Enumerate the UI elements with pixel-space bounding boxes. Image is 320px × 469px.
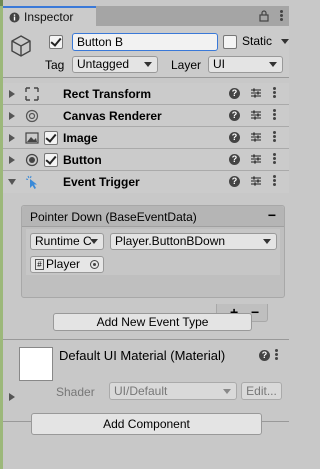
more-vert-icon[interactable] xyxy=(273,348,279,361)
rect-transform-icon xyxy=(25,87,39,101)
fold-arrow-icon[interactable] xyxy=(9,90,15,98)
material-title: Default UI Material (Material) xyxy=(59,348,226,363)
chevron-down-icon xyxy=(144,62,152,67)
more-vert-icon[interactable] xyxy=(271,174,277,188)
function-dropdown[interactable]: Player.ButtonBDown xyxy=(110,233,277,250)
info-icon xyxy=(9,12,20,22)
add-component-button[interactable]: Add Component xyxy=(31,413,262,435)
image-enabled-checkbox[interactable] xyxy=(44,131,58,145)
game-object-header: Button B Static Tag Untagged Layer UI xyxy=(3,26,289,78)
target-object-field[interactable]: # Player xyxy=(30,256,104,273)
lock-icon[interactable] xyxy=(259,10,269,22)
chevron-down-icon xyxy=(263,239,271,244)
presets-icon[interactable] xyxy=(250,153,262,165)
game-object-cube-icon xyxy=(11,35,31,57)
component-canvas-renderer[interactable]: Canvas Renderer ? xyxy=(3,105,289,127)
runtime-dropdown[interactable]: Runtime C xyxy=(30,233,104,250)
layer-dropdown[interactable]: UI xyxy=(208,56,283,73)
fold-arrow-icon[interactable] xyxy=(9,134,15,142)
object-picker-icon[interactable] xyxy=(90,260,99,269)
remove-listener-button[interactable]: − xyxy=(251,304,259,320)
fold-arrow-icon[interactable] xyxy=(9,393,15,401)
layer-value: UI xyxy=(213,57,225,71)
static-dropdown-arrow-icon[interactable] xyxy=(281,39,289,44)
presets-icon[interactable] xyxy=(250,131,262,143)
remove-event-button[interactable]: − xyxy=(268,207,276,223)
event-entry-title: Pointer Down (BaseEventData) xyxy=(30,210,197,224)
component-title: Rect Transform xyxy=(63,87,152,101)
button-enabled-checkbox[interactable] xyxy=(44,153,58,167)
component-event-trigger[interactable]: Event Trigger ? xyxy=(3,171,289,193)
name-field[interactable]: Button B xyxy=(72,33,218,51)
chevron-down-icon xyxy=(223,389,231,394)
event-entry-header: Pointer Down (BaseEventData) − xyxy=(22,206,284,227)
presets-icon[interactable] xyxy=(250,109,262,121)
component-button[interactable]: Button ? xyxy=(3,149,289,171)
tag-label: Tag xyxy=(45,58,65,72)
tag-dropdown[interactable]: Untagged xyxy=(72,56,158,73)
component-image[interactable]: Image ? xyxy=(3,127,289,149)
layer-label: Layer xyxy=(171,58,202,72)
fold-arrow-icon[interactable] xyxy=(9,112,15,120)
listener-row: Runtime C Player.ButtonBDown # Player xyxy=(26,229,280,275)
more-vert-icon[interactable] xyxy=(280,9,283,22)
tag-value: Untagged xyxy=(77,57,130,71)
component-title: Button xyxy=(63,153,102,167)
event-entry-pointer-down: Pointer Down (BaseEventData) − Runtime C… xyxy=(21,205,285,298)
function-value: Player.ButtonBDown xyxy=(115,234,226,248)
fold-arrow-icon[interactable] xyxy=(9,156,15,164)
help-icon[interactable]: ? xyxy=(229,176,240,187)
component-title: Event Trigger xyxy=(63,175,140,189)
more-vert-icon[interactable] xyxy=(271,86,277,100)
shader-value: UI/Default xyxy=(114,384,168,398)
material-preview xyxy=(19,347,53,381)
tab-bar: Inspector xyxy=(3,6,289,26)
chevron-down-icon xyxy=(90,239,98,244)
presets-icon[interactable] xyxy=(250,87,262,99)
component-title: Image xyxy=(63,131,98,145)
image-icon xyxy=(25,132,39,144)
static-checkbox[interactable] xyxy=(223,35,237,49)
active-checkbox[interactable] xyxy=(49,35,63,49)
inspector-panel: Button B Static Tag Untagged Layer UI Re… xyxy=(3,26,289,469)
component-title: Canvas Renderer xyxy=(63,109,162,123)
canvas-renderer-icon xyxy=(25,109,39,123)
shader-dropdown: UI/Default xyxy=(109,382,237,400)
tab-label: Inspector xyxy=(24,10,74,24)
event-trigger-icon xyxy=(25,175,37,189)
help-icon[interactable]: ? xyxy=(229,154,240,165)
material-section: Default UI Material (Material) ? Shader … xyxy=(3,339,289,422)
chevron-down-icon xyxy=(269,62,277,67)
more-vert-icon[interactable] xyxy=(271,130,277,144)
component-rect-transform[interactable]: Rect Transform ? xyxy=(3,83,289,105)
help-icon[interactable]: ? xyxy=(229,132,240,143)
add-new-event-type-button[interactable]: Add New Event Type xyxy=(53,313,252,331)
tab-inspector[interactable]: Inspector xyxy=(3,6,96,26)
static-label: Static xyxy=(242,34,273,48)
button-icon xyxy=(25,153,39,167)
more-vert-icon[interactable] xyxy=(271,108,277,122)
presets-icon[interactable] xyxy=(250,175,262,187)
shader-label: Shader xyxy=(56,385,95,399)
help-icon[interactable]: ? xyxy=(229,88,240,99)
target-object-value: Player xyxy=(46,257,81,271)
more-vert-icon[interactable] xyxy=(271,152,277,166)
help-icon[interactable]: ? xyxy=(229,110,240,121)
edit-shader-button: Edit... xyxy=(241,382,282,400)
help-icon[interactable]: ? xyxy=(259,350,270,361)
script-icon: # xyxy=(35,259,44,271)
fold-arrow-open-icon[interactable] xyxy=(8,179,16,185)
runtime-value: Runtime C xyxy=(35,234,92,248)
